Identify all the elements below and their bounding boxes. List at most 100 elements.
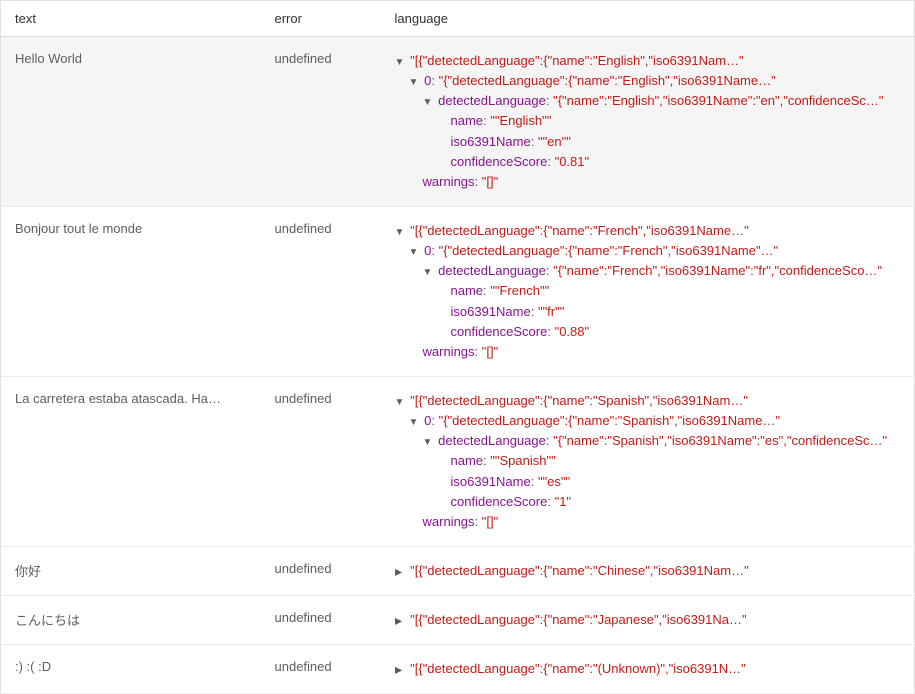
tree-node-iso: iso6391Name: ""fr"" [395, 302, 901, 322]
table-row: Hello World undefined ▼ "[{"detectedLang… [1, 37, 915, 207]
json-value: "0.88" [555, 324, 590, 339]
json-key: detectedLanguage [438, 433, 546, 448]
json-key: iso6391Name [451, 474, 531, 489]
tree-node-iso: iso6391Name: ""en"" [395, 132, 901, 152]
tree-node-iso: iso6391Name: ""es"" [395, 472, 901, 492]
cell-error: undefined [261, 546, 381, 595]
tree-node-warnings: warnings: "[]" [395, 342, 901, 362]
tree-node-detectedlanguage[interactable]: ▼ detectedLanguage: "{"name":"English","… [395, 91, 901, 111]
chevron-right-icon[interactable]: ▶ [395, 565, 405, 581]
json-value: "[{"detectedLanguage":{"name":"Japanese"… [410, 612, 746, 627]
tree-node-name: name: ""English"" [395, 111, 901, 131]
table-row: La carretera estaba atascada. Ha… undefi… [1, 376, 915, 546]
cell-language: ▼ "[{"detectedLanguage":{"name":"Spanish… [381, 376, 915, 546]
json-key: iso6391Name [451, 304, 531, 319]
cell-error: undefined [261, 206, 381, 376]
json-value: ""fr"" [538, 304, 564, 319]
tree-node-warnings: warnings: "[]" [395, 512, 901, 532]
json-value: ""en"" [538, 134, 571, 149]
cell-text: :) :( :D [1, 645, 261, 694]
tree-node-root[interactable]: ▼ "[{"detectedLanguage":{"name":"English… [395, 51, 901, 71]
cell-text: Hello World [1, 37, 261, 207]
json-key: name [451, 113, 484, 128]
json-key: warnings [423, 174, 475, 189]
json-value: ""English"" [490, 113, 551, 128]
table-row: こんにちは undefined ▶ "[{"detectedLanguage":… [1, 596, 915, 645]
cell-text: La carretera estaba atascada. Ha… [1, 376, 261, 546]
tree-node-index[interactable]: ▼ 0: "{"detectedLanguage":{"name":"Engli… [395, 71, 901, 91]
json-value: ""es"" [538, 474, 570, 489]
json-value: "{"detectedLanguage":{"name":"Spanish","… [439, 413, 780, 428]
cell-language: ▶ "[{"detectedLanguage":{"name":"(Unknow… [381, 645, 915, 694]
json-value: "{"detectedLanguage":{"name":"French","i… [439, 243, 779, 258]
table-row: :) :( :D undefined ▶ "[{"detectedLanguag… [1, 645, 915, 694]
json-value: ""Spanish"" [490, 453, 555, 468]
tree-node-detectedlanguage[interactable]: ▼ detectedLanguage: "{"name":"Spanish","… [395, 431, 901, 451]
json-value: "[{"detectedLanguage":{"name":"(Unknown)… [410, 661, 746, 676]
tree-node-root[interactable]: ▶ "[{"detectedLanguage":{"name":"(Unknow… [395, 659, 901, 679]
tree-node-root[interactable]: ▶ "[{"detectedLanguage":{"name":"Japanes… [395, 610, 901, 630]
table-row: Bonjour tout le monde undefined ▼ "[{"de… [1, 206, 915, 376]
tree-node-index[interactable]: ▼ 0: "{"detectedLanguage":{"name":"Spani… [395, 411, 901, 431]
json-value: "1" [555, 494, 571, 509]
cell-language: ▶ "[{"detectedLanguage":{"name":"Japanes… [381, 596, 915, 645]
tree-node-detectedlanguage[interactable]: ▼ detectedLanguage: "{"name":"French","i… [395, 261, 901, 281]
chevron-right-icon[interactable]: ▶ [395, 663, 405, 679]
column-header-error[interactable]: error [261, 1, 381, 37]
json-value: "[]" [482, 174, 498, 189]
chevron-down-icon[interactable]: ▼ [423, 435, 433, 451]
chevron-down-icon[interactable]: ▼ [395, 225, 405, 241]
cell-error: undefined [261, 376, 381, 546]
json-key: iso6391Name [451, 134, 531, 149]
chevron-down-icon[interactable]: ▼ [409, 415, 419, 431]
cell-text: こんにちは [1, 596, 261, 645]
cell-language: ▶ "[{"detectedLanguage":{"name":"Chinese… [381, 546, 915, 595]
tree-node-conf: confidenceScore: "0.88" [395, 322, 901, 342]
json-value: "[]" [482, 514, 498, 529]
chevron-down-icon[interactable]: ▼ [409, 245, 419, 261]
tree-node-root[interactable]: ▼ "[{"detectedLanguage":{"name":"French"… [395, 221, 901, 241]
cell-language: ▼ "[{"detectedLanguage":{"name":"French"… [381, 206, 915, 376]
table-row: 你好 undefined ▶ "[{"detectedLanguage":{"n… [1, 546, 915, 595]
json-key: warnings [423, 344, 475, 359]
tree-node-root[interactable]: ▶ "[{"detectedLanguage":{"name":"Chinese… [395, 561, 901, 581]
json-key: warnings [423, 514, 475, 529]
results-body: Hello World undefined ▼ "[{"detectedLang… [1, 37, 915, 694]
json-value: "{"name":"English","iso6391Name":"en","c… [553, 93, 883, 108]
cell-text: 你好 [1, 546, 261, 595]
json-value: "{"detectedLanguage":{"name":"English","… [439, 73, 776, 88]
cell-language: ▼ "[{"detectedLanguage":{"name":"English… [381, 37, 915, 207]
chevron-down-icon[interactable]: ▼ [423, 265, 433, 281]
chevron-right-icon[interactable]: ▶ [395, 614, 405, 630]
chevron-down-icon[interactable]: ▼ [409, 75, 419, 91]
json-value: "{"name":"Spanish","iso6391Name":"es","c… [553, 433, 887, 448]
json-value: "[{"detectedLanguage":{"name":"English",… [410, 53, 744, 68]
tree-node-root[interactable]: ▼ "[{"detectedLanguage":{"name":"Spanish… [395, 391, 901, 411]
json-value: ""French"" [490, 283, 549, 298]
json-value: "[]" [482, 344, 498, 359]
cell-error: undefined [261, 645, 381, 694]
json-key: detectedLanguage [438, 263, 546, 278]
tree-node-index[interactable]: ▼ 0: "{"detectedLanguage":{"name":"Frenc… [395, 241, 901, 261]
chevron-down-icon[interactable]: ▼ [395, 55, 405, 71]
json-key: name [451, 453, 484, 468]
cell-error: undefined [261, 37, 381, 207]
json-key: confidenceScore [451, 324, 548, 339]
json-value: "[{"detectedLanguage":{"name":"Spanish",… [410, 393, 748, 408]
json-value: "{"name":"French","iso6391Name":"fr","co… [553, 263, 882, 278]
tree-node-conf: confidenceScore: "0.81" [395, 152, 901, 172]
tree-node-name: name: ""French"" [395, 281, 901, 301]
json-key: confidenceScore [451, 154, 548, 169]
json-key: confidenceScore [451, 494, 548, 509]
chevron-down-icon[interactable]: ▼ [395, 395, 405, 411]
cell-text: Bonjour tout le monde [1, 206, 261, 376]
chevron-down-icon[interactable]: ▼ [423, 95, 433, 111]
json-key: detectedLanguage [438, 93, 546, 108]
json-key: name [451, 283, 484, 298]
column-header-text[interactable]: text [1, 1, 261, 37]
tree-node-conf: confidenceScore: "1" [395, 492, 901, 512]
column-header-language[interactable]: language [381, 1, 915, 37]
tree-node-name: name: ""Spanish"" [395, 451, 901, 471]
cell-error: undefined [261, 596, 381, 645]
results-table: text error language Hello World undefine… [0, 0, 915, 694]
